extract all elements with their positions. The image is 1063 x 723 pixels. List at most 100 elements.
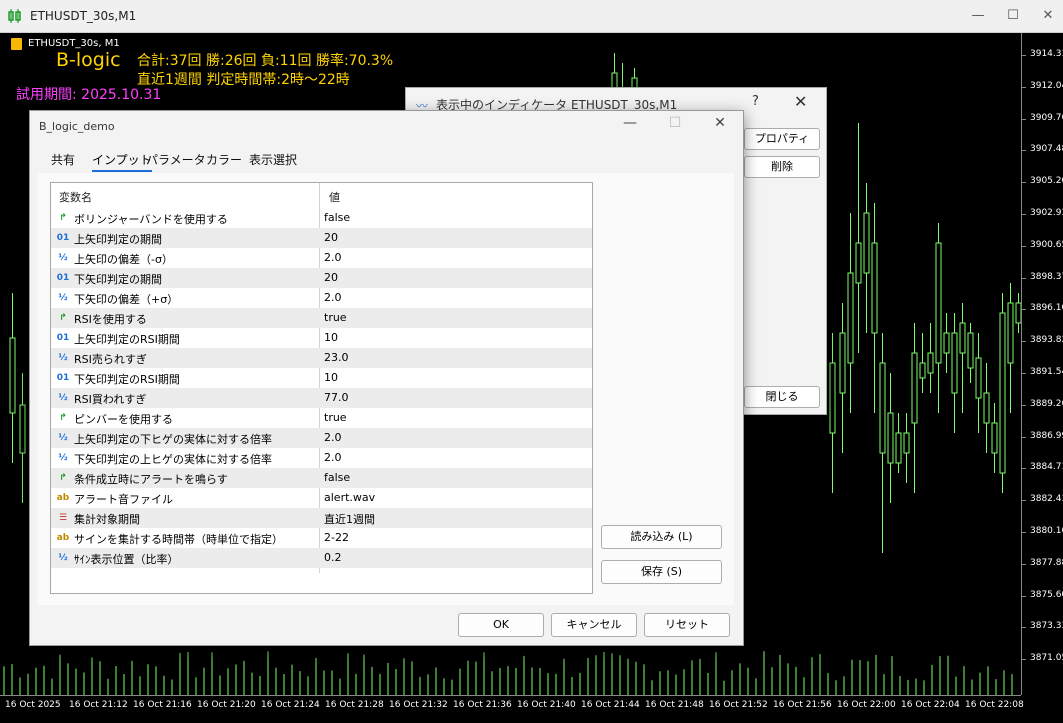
close-button[interactable]: ✕	[1034, 6, 1062, 26]
parameter-value[interactable]: false	[324, 211, 350, 224]
candle-body	[911, 352, 918, 424]
price-tick	[1022, 245, 1026, 247]
parameter-value[interactable]: false	[324, 471, 350, 484]
dialog-minimize-button[interactable]: —	[620, 115, 640, 131]
table-row[interactable]: ½ ｻｲﾝ表示位置（比率） 0.2	[51, 548, 592, 568]
price-label: 3912.040	[1030, 80, 1063, 91]
tab-inputs[interactable]: インプット	[92, 151, 152, 172]
parameter-name: 下矢印の偏差（+σ）	[74, 293, 179, 306]
table-row[interactable]: 01 下矢印判定のRSI期間 10	[51, 368, 592, 388]
price-label: 3882.438	[1030, 494, 1063, 505]
table-row[interactable]: ↱ RSIを使用する true	[51, 308, 592, 328]
parameter-value[interactable]: 20	[324, 271, 338, 284]
candle-body	[903, 432, 910, 454]
parameter-value[interactable]: 10	[324, 331, 338, 344]
parameter-value[interactable]: 2.0	[324, 251, 342, 264]
boolean-type-icon: ↱	[59, 413, 67, 423]
dialog-maximize-button[interactable]: ☐	[665, 115, 685, 131]
delete-button[interactable]: 削除	[744, 156, 820, 178]
load-button[interactable]: 読み込み (L)	[601, 525, 722, 549]
parameter-name: 下矢印判定の上ヒゲの実体に対する倍率	[74, 453, 272, 466]
candle-body	[895, 432, 902, 464]
parameter-name: アラート音ファイル	[74, 493, 173, 506]
double-type-icon: ½	[58, 293, 68, 303]
parameter-value[interactable]: alert.wav	[324, 491, 375, 504]
table-row[interactable]: 01 上矢印判定の期間 20	[51, 228, 592, 248]
time-label: 16 Oct 21:56	[773, 700, 832, 710]
price-tick	[1022, 404, 1026, 406]
table-row[interactable]: 01 上矢印判定のRSI期間 10	[51, 328, 592, 348]
reset-button[interactable]: リセット	[644, 613, 730, 637]
table-row[interactable]: ↱ ピンバーを使用する true	[51, 408, 592, 428]
candle-body	[1007, 302, 1014, 364]
parameter-value[interactable]: true	[324, 311, 347, 324]
candle-body	[9, 337, 16, 414]
dialog-close-button[interactable]: ✕	[710, 115, 730, 131]
time-label: 16 Oct 21:36	[453, 700, 512, 710]
table-row[interactable]: ½ 下矢印判定の上ヒゲの実体に対する倍率 2.0	[51, 448, 592, 468]
maximize-button[interactable]: ☐	[999, 6, 1027, 26]
price-axis: 3914.316 3912.040 3909.762 3907.485 3905.208…	[1021, 33, 1063, 695]
time-label: 16 Oct 21:24	[261, 700, 320, 710]
price-tick	[1022, 118, 1026, 120]
parameter-name: 上矢印の偏差（-σ）	[74, 253, 173, 266]
help-button[interactable]: ?	[752, 94, 759, 109]
integer-type-icon: 01	[56, 273, 70, 283]
table-row[interactable]: ↱ 条件成立時にアラートを鳴らす false	[51, 468, 592, 488]
save-button[interactable]: 保存 (S)	[601, 560, 722, 584]
double-type-icon: ½	[58, 393, 68, 403]
period-line: 直近1週間 判定時間帯:2時～22時	[137, 72, 350, 88]
parameter-value[interactable]: 2-22	[324, 531, 349, 544]
time-label: 16 Oct 21:28	[325, 700, 384, 710]
table-row[interactable]: ☰ 集計対象期間 直近1週間	[51, 508, 592, 528]
parameter-name: ｻｲﾝ表示位置（比率）	[74, 553, 179, 566]
table-row[interactable]: ½ 下矢印の偏差（+σ） 2.0	[51, 288, 592, 308]
parameter-value[interactable]: 20	[324, 231, 338, 244]
tab-visualization[interactable]: 表示選択	[249, 151, 297, 168]
parameter-value[interactable]: 23.0	[324, 351, 349, 364]
candle-body	[991, 422, 998, 454]
price-label: 3902.931	[1030, 208, 1063, 218]
cancel-button[interactable]: キャンセル	[551, 613, 637, 637]
parameter-name: サインを集計する時間帯（時単位で指定）	[74, 533, 283, 546]
parameter-name: 上矢印判定のRSI期間	[74, 333, 180, 346]
parameter-value[interactable]: 2.0	[324, 291, 342, 304]
candle-body	[927, 352, 934, 374]
tab-parameters[interactable]: パラメータ	[146, 151, 206, 168]
table-row[interactable]: ½ 上矢印の偏差（-σ） 2.0	[51, 248, 592, 268]
boolean-type-icon: ↱	[59, 213, 67, 223]
window-title: ETHUSDT_30s,M1	[30, 9, 137, 23]
parameter-value[interactable]: 直近1週間	[324, 511, 375, 527]
parameter-value[interactable]: 2.0	[324, 431, 342, 444]
price-tick	[1022, 341, 1026, 343]
time-label: 16 Oct 22:00	[837, 700, 896, 710]
parameter-value[interactable]: 2.0	[324, 451, 342, 464]
candle-body	[829, 362, 836, 434]
indicator-close-button[interactable]: 閉じる	[744, 386, 820, 408]
price-tick	[1022, 500, 1026, 502]
parameter-value[interactable]: true	[324, 411, 347, 424]
price-label: 3893.823	[1030, 335, 1063, 346]
tab-colors[interactable]: カラー	[206, 151, 242, 168]
time-label: 16 Oct 22:08	[965, 700, 1024, 710]
table-row[interactable]: ½ RSI売られすぎ 23.0	[51, 348, 592, 368]
properties-button[interactable]: プロパティ	[744, 128, 820, 150]
candle-body	[983, 392, 990, 424]
column-header-value: 値	[329, 191, 340, 204]
table-row[interactable]: ab サインを集計する時間帯（時単位で指定） 2-22	[51, 528, 592, 548]
table-row[interactable]: ½ 上矢印判定の下ヒゲの実体に対する倍率 2.0	[51, 428, 592, 448]
candle-body	[855, 242, 862, 284]
column-header-name: 変数名	[59, 191, 92, 204]
indicator-dialog-close-button[interactable]: ✕	[794, 92, 807, 111]
parameter-value[interactable]: 10	[324, 371, 338, 384]
candle-body	[975, 357, 982, 399]
ok-button[interactable]: OK	[458, 613, 544, 637]
table-row[interactable]: ½ RSI買われすぎ 77.0	[51, 388, 592, 408]
table-row[interactable]: 01 下矢印判定の期間 20	[51, 268, 592, 288]
parameter-value[interactable]: 77.0	[324, 391, 349, 404]
parameter-value[interactable]: 0.2	[324, 551, 342, 564]
minimize-button[interactable]: —	[964, 6, 992, 26]
tab-common[interactable]: 共有	[51, 151, 75, 168]
table-row[interactable]: ab アラート音ファイル alert.wav	[51, 488, 592, 508]
table-row[interactable]: ↱ ボリンジャーバンドを使用する false	[51, 208, 592, 228]
